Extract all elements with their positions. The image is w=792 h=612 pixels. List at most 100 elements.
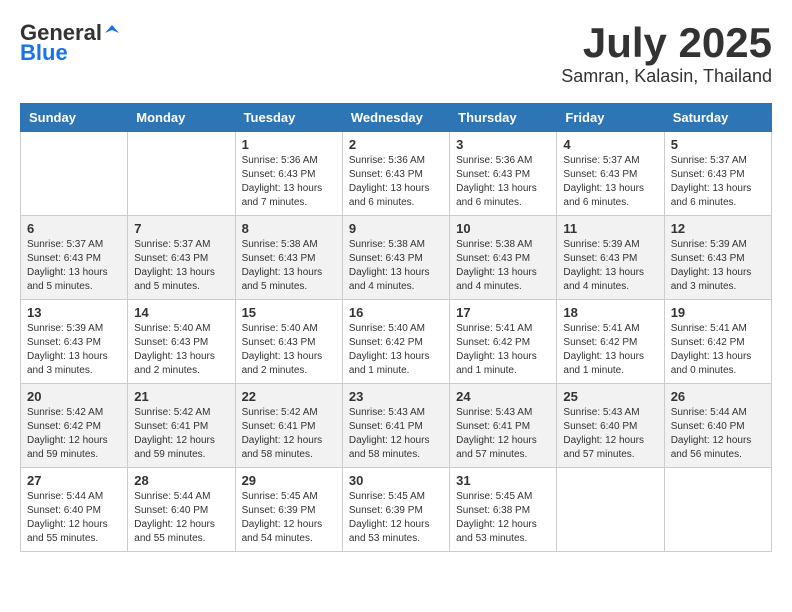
calendar-cell: 19 Sunrise: 5:41 AM Sunset: 6:42 PM Dayli…	[664, 300, 771, 384]
day-number: 2	[349, 137, 443, 152]
calendar-cell: 12 Sunrise: 5:39 AM Sunset: 6:43 PM Dayli…	[664, 216, 771, 300]
day-info: Sunrise: 5:37 AM Sunset: 6:43 PM Dayligh…	[671, 154, 765, 210]
day-number: 5	[671, 137, 765, 152]
day-info: Sunrise: 5:45 AM Sunset: 6:39 PM Dayligh…	[242, 490, 336, 546]
calendar-cell: 31 Sunrise: 5:45 AM Sunset: 6:38 PM Dayli…	[450, 468, 557, 552]
calendar-cell: 8 Sunrise: 5:38 AM Sunset: 6:43 PM Daylig…	[235, 216, 342, 300]
calendar-cell: 27 Sunrise: 5:44 AM Sunset: 6:40 PM Dayli…	[21, 468, 128, 552]
day-number: 8	[242, 221, 336, 236]
calendar-cell: 20 Sunrise: 5:42 AM Sunset: 6:42 PM Dayli…	[21, 384, 128, 468]
day-number: 26	[671, 389, 765, 404]
day-number: 15	[242, 305, 336, 320]
week-row-5: 27 Sunrise: 5:44 AM Sunset: 6:40 PM Dayli…	[21, 468, 772, 552]
calendar-cell: 24 Sunrise: 5:43 AM Sunset: 6:41 PM Dayli…	[450, 384, 557, 468]
calendar-cell: 15 Sunrise: 5:40 AM Sunset: 6:43 PM Dayli…	[235, 300, 342, 384]
day-number: 18	[563, 305, 657, 320]
day-info: Sunrise: 5:38 AM Sunset: 6:43 PM Dayligh…	[456, 238, 550, 294]
day-info: Sunrise: 5:41 AM Sunset: 6:42 PM Dayligh…	[563, 322, 657, 378]
day-number: 27	[27, 473, 121, 488]
day-info: Sunrise: 5:36 AM Sunset: 6:43 PM Dayligh…	[456, 154, 550, 210]
day-info: Sunrise: 5:38 AM Sunset: 6:43 PM Dayligh…	[349, 238, 443, 294]
calendar-table: SundayMondayTuesdayWednesdayThursdayFrid…	[20, 103, 772, 552]
day-number: 13	[27, 305, 121, 320]
day-number: 23	[349, 389, 443, 404]
calendar-cell: 23 Sunrise: 5:43 AM Sunset: 6:41 PM Dayli…	[342, 384, 449, 468]
day-number: 29	[242, 473, 336, 488]
day-number: 14	[134, 305, 228, 320]
day-number: 31	[456, 473, 550, 488]
calendar-cell: 3 Sunrise: 5:36 AM Sunset: 6:43 PM Daylig…	[450, 132, 557, 216]
calendar-cell: 14Sunrise: 5:40 AM Sunset: 6:43 PM Dayli…	[128, 300, 235, 384]
day-number: 9	[349, 221, 443, 236]
calendar-cell: 2 Sunrise: 5:36 AM Sunset: 6:43 PM Daylig…	[342, 132, 449, 216]
day-number: 10	[456, 221, 550, 236]
day-info: Sunrise: 5:39 AM Sunset: 6:43 PM Dayligh…	[27, 322, 121, 378]
header-saturday: Saturday	[664, 104, 771, 132]
day-info: Sunrise: 5:42 AM Sunset: 6:42 PM Dayligh…	[27, 406, 121, 462]
calendar-cell: 5 Sunrise: 5:37 AM Sunset: 6:43 PM Daylig…	[664, 132, 771, 216]
day-number: 20	[27, 389, 121, 404]
day-number: 11	[563, 221, 657, 236]
calendar-cell: 13 Sunrise: 5:39 AM Sunset: 6:43 PM Dayli…	[21, 300, 128, 384]
week-row-3: 13 Sunrise: 5:39 AM Sunset: 6:43 PM Dayli…	[21, 300, 772, 384]
logo-bird-icon	[104, 23, 120, 39]
day-info: Sunrise: 5:39 AM Sunset: 6:43 PM Dayligh…	[563, 238, 657, 294]
calendar-cell: 25 Sunrise: 5:43 AM Sunset: 6:40 PM Dayli…	[557, 384, 664, 468]
day-info: Sunrise: 5:45 AM Sunset: 6:39 PM Dayligh…	[349, 490, 443, 546]
calendar-cell: 18 Sunrise: 5:41 AM Sunset: 6:42 PM Dayli…	[557, 300, 664, 384]
logo: General Blue	[20, 20, 120, 66]
day-number: 6	[27, 221, 121, 236]
calendar-cell	[21, 132, 128, 216]
day-info: Sunrise: 5:42 AM Sunset: 6:41 PM Dayligh…	[242, 406, 336, 462]
day-number: 3	[456, 137, 550, 152]
day-info: Sunrise: 5:43 AM Sunset: 6:41 PM Dayligh…	[456, 406, 550, 462]
day-info: Sunrise: 5:37 AM Sunset: 6:43 PM Dayligh…	[563, 154, 657, 210]
week-row-2: 6Sunrise: 5:37 AM Sunset: 6:43 PM Daylig…	[21, 216, 772, 300]
day-info: Sunrise: 5:44 AM Sunset: 6:40 PM Dayligh…	[27, 490, 121, 546]
location-subtitle: Samran, Kalasin, Thailand	[561, 66, 772, 87]
calendar-cell: 26Sunrise: 5:44 AM Sunset: 6:40 PM Dayli…	[664, 384, 771, 468]
day-info: Sunrise: 5:42 AM Sunset: 6:41 PM Dayligh…	[134, 406, 228, 462]
header-friday: Friday	[557, 104, 664, 132]
day-info: Sunrise: 5:43 AM Sunset: 6:41 PM Dayligh…	[349, 406, 443, 462]
day-info: Sunrise: 5:39 AM Sunset: 6:43 PM Dayligh…	[671, 238, 765, 294]
header-thursday: Thursday	[450, 104, 557, 132]
calendar-cell: 30Sunrise: 5:45 AM Sunset: 6:39 PM Dayli…	[342, 468, 449, 552]
day-number: 21	[134, 389, 228, 404]
day-number: 7	[134, 221, 228, 236]
calendar-cell: 1Sunrise: 5:36 AM Sunset: 6:43 PM Daylig…	[235, 132, 342, 216]
day-number: 17	[456, 305, 550, 320]
header-wednesday: Wednesday	[342, 104, 449, 132]
header-sunday: Sunday	[21, 104, 128, 132]
page-header: General Blue July 2025 Samran, Kalasin, …	[20, 20, 772, 87]
day-number: 25	[563, 389, 657, 404]
day-number: 22	[242, 389, 336, 404]
calendar-cell: 22 Sunrise: 5:42 AM Sunset: 6:41 PM Dayli…	[235, 384, 342, 468]
day-number: 12	[671, 221, 765, 236]
day-info: Sunrise: 5:36 AM Sunset: 6:43 PM Dayligh…	[242, 154, 336, 210]
week-row-4: 20 Sunrise: 5:42 AM Sunset: 6:42 PM Dayli…	[21, 384, 772, 468]
day-number: 19	[671, 305, 765, 320]
day-info: Sunrise: 5:38 AM Sunset: 6:43 PM Dayligh…	[242, 238, 336, 294]
day-info: Sunrise: 5:40 AM Sunset: 6:42 PM Dayligh…	[349, 322, 443, 378]
calendar-cell: 21 Sunrise: 5:42 AM Sunset: 6:41 PM Dayli…	[128, 384, 235, 468]
calendar-cell	[128, 132, 235, 216]
calendar-header-row: SundayMondayTuesdayWednesdayThursdayFrid…	[21, 104, 772, 132]
calendar-cell: 4 Sunrise: 5:37 AM Sunset: 6:43 PM Daylig…	[557, 132, 664, 216]
day-info: Sunrise: 5:40 AM Sunset: 6:43 PM Dayligh…	[242, 322, 336, 378]
day-info: Sunrise: 5:36 AM Sunset: 6:43 PM Dayligh…	[349, 154, 443, 210]
day-info: Sunrise: 5:41 AM Sunset: 6:42 PM Dayligh…	[671, 322, 765, 378]
day-number: 4	[563, 137, 657, 152]
header-monday: Monday	[128, 104, 235, 132]
day-number: 24	[456, 389, 550, 404]
calendar-cell: 7Sunrise: 5:37 AM Sunset: 6:43 PM Daylig…	[128, 216, 235, 300]
calendar-cell: 29 Sunrise: 5:45 AM Sunset: 6:39 PM Dayli…	[235, 468, 342, 552]
day-info: Sunrise: 5:45 AM Sunset: 6:38 PM Dayligh…	[456, 490, 550, 546]
day-number: 28	[134, 473, 228, 488]
day-info: Sunrise: 5:43 AM Sunset: 6:40 PM Dayligh…	[563, 406, 657, 462]
calendar-cell: 10 Sunrise: 5:38 AM Sunset: 6:43 PM Dayli…	[450, 216, 557, 300]
header-tuesday: Tuesday	[235, 104, 342, 132]
calendar-cell	[664, 468, 771, 552]
calendar-cell	[557, 468, 664, 552]
day-info: Sunrise: 5:44 AM Sunset: 6:40 PM Dayligh…	[134, 490, 228, 546]
